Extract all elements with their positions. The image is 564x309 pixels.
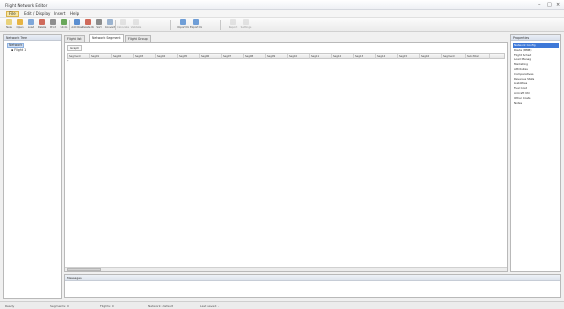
grid-column-header[interactable]: Seg13 — [354, 54, 376, 59]
grid-column-header[interactable]: Seg14 — [376, 54, 398, 59]
status-last-saved: Last saved: - — [200, 304, 220, 308]
new-row-marker: * — [67, 59, 69, 63]
network-tree-header: Network Tree — [4, 35, 61, 41]
undo-icon — [61, 19, 67, 25]
menu-bar: File Edit / Display Insert Help — [0, 10, 564, 18]
grid-column-header[interactable]: Seg08 — [244, 54, 266, 59]
toolbar-separator — [220, 20, 221, 30]
toolbar-separator — [69, 20, 70, 30]
delete-row-icon — [85, 19, 91, 25]
segment-grid-area: Graph Segment Seg01 Seg02 Seg03 Seg04 Seg05 Se… — [64, 42, 508, 272]
status-network: Network: default — [148, 304, 174, 308]
grid-column-header[interactable]: Segment — [68, 54, 90, 59]
message-panel-header: Messages — [65, 275, 560, 281]
status-ready: Ready — [5, 304, 15, 308]
calculate-button[interactable]: Calculate — [117, 19, 129, 31]
network-tree-panel: Network Tree Network ▪ Flight 1 — [3, 34, 62, 299]
validate-button[interactable]: Validate — [131, 19, 141, 31]
scrollbar-thumb[interactable] — [67, 268, 101, 271]
toolbar-button-label: Settings — [240, 26, 252, 29]
report-icon — [230, 19, 236, 25]
horizontal-scrollbar[interactable] — [65, 267, 507, 271]
load-icon — [28, 19, 34, 25]
minimize-button[interactable]: – — [538, 2, 541, 8]
grid-column-header[interactable]: Seg12 — [332, 54, 354, 59]
title-bar: Flight Network Editor – □ × — [0, 0, 564, 10]
import-data-icon — [180, 19, 186, 25]
validate-icon — [133, 19, 139, 25]
sort-button[interactable]: Sort — [94, 19, 104, 31]
toolbar-separator — [170, 20, 171, 30]
toolbar-button-label: Calculate — [117, 26, 129, 29]
undo-button[interactable]: Undo — [59, 19, 69, 31]
grid-header-row: Segment Seg01 Seg02 Seg03 Seg04 Seg05 Seg06 Seg… — [67, 53, 505, 59]
grid-column-header[interactable]: Segment — [442, 54, 466, 59]
menu-insert[interactable]: Insert — [52, 11, 67, 17]
grid-column-header[interactable]: Seg09 — [266, 54, 288, 59]
toolbar: New Open Load Delete Print Undo Add Row Delete … — [0, 18, 564, 32]
tree-item-label: Flight 1 — [14, 48, 27, 52]
menu-help[interactable]: Help — [68, 11, 81, 17]
subtab-graph[interactable]: Graph — [67, 45, 83, 51]
toolbar-button-label: Import Data — [177, 26, 189, 29]
grid-column-header[interactable]: Seg10 — [288, 54, 310, 59]
grid-column-header[interactable]: Seg07 — [222, 54, 244, 59]
menu-edit-display[interactable]: Edit / Display — [22, 11, 52, 17]
properties-panel: Properties Network Config Route (BMB) Flig… — [510, 34, 561, 272]
grid-column-header[interactable]: Seg16 — [420, 54, 442, 59]
open-folder-button[interactable]: Open — [15, 19, 25, 31]
status-bar: Ready Segments: 0 Flights: 0 Network: de… — [0, 301, 564, 309]
status-flights: Flights: 0 — [100, 304, 114, 308]
new-file-button[interactable]: New — [4, 19, 14, 31]
close-button[interactable]: × — [556, 2, 560, 8]
toolbar-separator — [115, 20, 116, 30]
add-row-icon — [74, 19, 80, 25]
status-segments: Segments: 0 — [50, 304, 69, 308]
open-folder-icon — [17, 19, 23, 25]
export-data-icon — [193, 19, 199, 25]
window-title: Flight Network Editor — [5, 3, 48, 8]
settings-button[interactable]: Settings — [241, 19, 251, 31]
tab-network-segment[interactable]: Network Segment — [89, 34, 124, 42]
grid-column-header[interactable]: Seg02 — [112, 54, 134, 59]
print-icon — [50, 19, 56, 25]
delete-button[interactable]: Delete — [37, 19, 47, 31]
delete-icon — [39, 19, 45, 25]
calculate-icon — [120, 19, 126, 25]
tab-flight-group[interactable]: Flight Group — [125, 35, 151, 42]
import-data-button[interactable]: Import Data — [177, 19, 189, 31]
property-item[interactable]: Notes — [513, 101, 559, 106]
grid-column-header[interactable]: Seg05 — [178, 54, 200, 59]
convert-button[interactable]: Convert — [105, 19, 115, 31]
report-button[interactable]: Report — [228, 19, 238, 31]
grid-column-header[interactable]: Sub-Total — [466, 54, 490, 59]
tab-flight-list[interactable]: Flight list — [64, 35, 85, 42]
tree-item-flight[interactable]: ▪ Flight 1 — [11, 48, 26, 53]
export-data-button[interactable]: Export Data — [190, 19, 202, 31]
main-tabs: Flight list Network Segment Flight Group — [64, 34, 508, 42]
toolbar-button-label: Export Data — [190, 26, 202, 29]
sort-icon — [96, 19, 102, 25]
grid-column-header[interactable]: Seg15 — [398, 54, 420, 59]
convert-icon — [107, 19, 113, 25]
settings-icon — [243, 19, 249, 25]
print-button[interactable]: Print — [48, 19, 58, 31]
new-file-icon — [6, 19, 12, 25]
toolbar-button-label: Report — [228, 26, 238, 29]
grid-column-header[interactable]: Seg11 — [310, 54, 332, 59]
delete-row-button[interactable]: Delete Row — [82, 19, 94, 31]
grid-column-header[interactable]: Seg06 — [200, 54, 222, 59]
grid-column-header[interactable]: Seg04 — [156, 54, 178, 59]
add-row-button[interactable]: Add Row — [71, 19, 83, 31]
grid-column-header[interactable]: Seg01 — [90, 54, 112, 59]
menu-file[interactable]: File — [6, 11, 19, 17]
grid-column-header[interactable]: Seg03 — [134, 54, 156, 59]
message-panel: Messages — [64, 274, 561, 298]
maximize-button[interactable]: □ — [547, 2, 552, 8]
toolbar-button-label: Validate — [130, 26, 142, 29]
properties-header: Properties — [511, 35, 560, 41]
load-button[interactable]: Load — [26, 19, 36, 31]
